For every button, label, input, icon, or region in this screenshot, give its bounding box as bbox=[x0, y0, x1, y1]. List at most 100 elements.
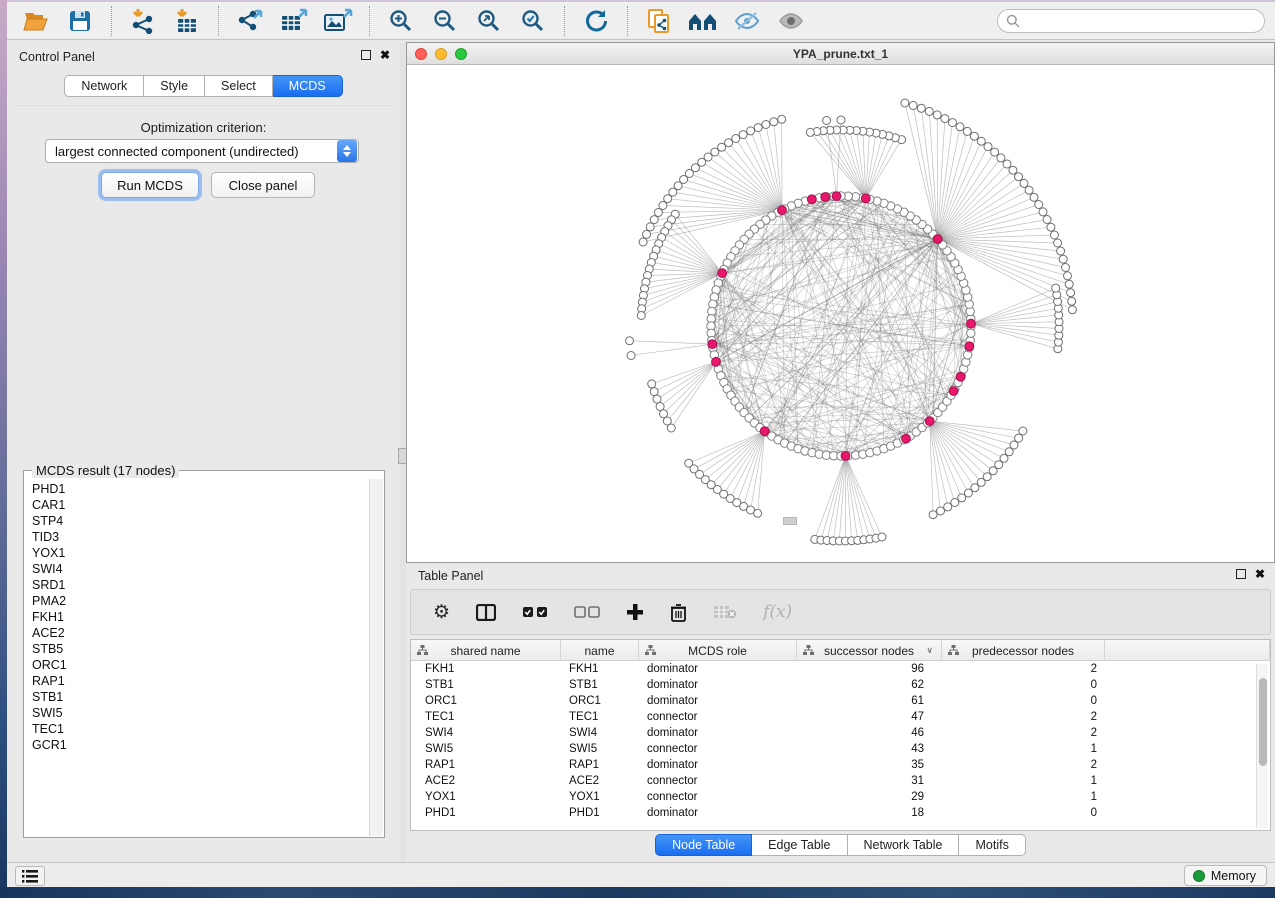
search-field[interactable] bbox=[997, 9, 1265, 33]
close-table-panel-icon[interactable]: ✖ bbox=[1255, 569, 1265, 579]
toolbar-separator bbox=[627, 6, 628, 36]
toolbar-separator bbox=[218, 6, 219, 36]
result-node[interactable]: PMA2 bbox=[26, 593, 368, 609]
table-row[interactable]: SWI4SWI4dominator462 bbox=[411, 725, 1270, 741]
toolbar-separator bbox=[369, 6, 370, 36]
hide-selected-eye-icon[interactable] bbox=[728, 5, 766, 37]
result-scrollbar[interactable] bbox=[369, 479, 383, 836]
result-node[interactable]: RAP1 bbox=[26, 673, 368, 689]
select-all-icon[interactable] bbox=[522, 606, 548, 618]
settings-gear-icon[interactable]: ⚙ bbox=[433, 603, 450, 622]
copy-network-style-icon[interactable] bbox=[640, 5, 678, 37]
import-table-icon[interactable] bbox=[168, 5, 206, 37]
main-toolbar bbox=[7, 0, 1275, 40]
table-body: FKH1FKH1dominator962STB1STB1dominator620… bbox=[411, 661, 1270, 821]
control-panel: Control Panel ✖ NetworkStyleSelectMCDS O… bbox=[7, 43, 400, 862]
result-node[interactable]: SWI5 bbox=[26, 705, 368, 721]
show-all-eye-icon[interactable] bbox=[772, 5, 810, 37]
control-panel-header: Control Panel ✖ bbox=[7, 43, 400, 71]
table-scrollbar[interactable] bbox=[1256, 664, 1268, 828]
function-builder-icon[interactable]: f(x) bbox=[763, 602, 792, 622]
zoom-out-icon[interactable] bbox=[426, 5, 464, 37]
result-node[interactable]: STB1 bbox=[26, 689, 368, 705]
export-image-icon[interactable] bbox=[319, 5, 357, 37]
result-node[interactable]: SWI4 bbox=[26, 561, 368, 577]
tab-edge-table[interactable]: Edge Table bbox=[752, 834, 847, 856]
network-titlebar[interactable]: YPA_prune.txt_1 bbox=[407, 43, 1274, 65]
table-row[interactable]: FKH1FKH1dominator962 bbox=[411, 661, 1270, 677]
export-table-icon[interactable] bbox=[275, 5, 313, 37]
float-panel-icon[interactable] bbox=[361, 50, 371, 60]
float-table-panel-icon[interactable] bbox=[1236, 569, 1246, 579]
table-row[interactable]: YOX1YOX1connector291 bbox=[411, 789, 1270, 805]
table-row[interactable]: TEC1TEC1connector472 bbox=[411, 709, 1270, 725]
search-input[interactable] bbox=[1025, 11, 1264, 31]
network-canvas[interactable] bbox=[407, 66, 1274, 562]
tab-style[interactable]: Style bbox=[144, 75, 205, 97]
tab-mcds[interactable]: MCDS bbox=[273, 75, 343, 97]
import-network-icon[interactable] bbox=[124, 5, 162, 37]
table-row[interactable]: RAP1RAP1dominator352 bbox=[411, 757, 1270, 773]
tab-motifs[interactable]: Motifs bbox=[959, 834, 1025, 856]
column-header-MCDS-role[interactable]: MCDS role bbox=[639, 640, 797, 661]
table-toolbar: ⚙ f(x) bbox=[410, 589, 1271, 635]
memory-button[interactable]: Memory bbox=[1184, 865, 1267, 886]
table-row[interactable]: SWI5SWI5connector431 bbox=[411, 741, 1270, 757]
optimization-criterion-label: Optimization criterion: bbox=[15, 120, 392, 135]
result-node[interactable]: PHD1 bbox=[26, 481, 368, 497]
table-row[interactable]: PHD1PHD1dominator180 bbox=[411, 805, 1270, 821]
export-network-icon[interactable] bbox=[231, 5, 269, 37]
table-panel: Table Panel ✖ ⚙ bbox=[406, 563, 1275, 862]
show-columns-icon[interactable] bbox=[476, 604, 496, 621]
memory-status-icon bbox=[1193, 870, 1205, 882]
column-header-shared-name[interactable]: shared name bbox=[411, 640, 561, 661]
first-neighbors-icon[interactable] bbox=[684, 5, 722, 37]
close-panel-button[interactable]: Close panel bbox=[211, 172, 315, 198]
table-row[interactable]: ACE2ACE2connector311 bbox=[411, 773, 1270, 789]
result-node[interactable]: STP4 bbox=[26, 513, 368, 529]
toolbar-separator bbox=[111, 6, 112, 36]
horizontal-splitter-handle[interactable] bbox=[783, 517, 797, 525]
tab-network[interactable]: Network bbox=[64, 75, 144, 97]
close-panel-icon[interactable]: ✖ bbox=[380, 50, 390, 60]
result-node[interactable]: CAR1 bbox=[26, 497, 368, 513]
save-session-icon[interactable] bbox=[61, 5, 99, 37]
column-header-successor-nodes[interactable]: successor nodes∨ bbox=[797, 640, 942, 661]
open-session-icon[interactable] bbox=[17, 5, 55, 37]
zoom-selected-icon[interactable] bbox=[514, 5, 552, 37]
result-node[interactable]: STB5 bbox=[26, 641, 368, 657]
result-node[interactable]: GCR1 bbox=[26, 737, 368, 753]
task-history-button[interactable] bbox=[15, 866, 45, 886]
table-tabs: Node TableEdge TableNetwork TableMotifs bbox=[406, 834, 1275, 856]
table-panel-title: Table Panel bbox=[418, 569, 483, 583]
criterion-value: largest connected component (undirected) bbox=[46, 144, 337, 159]
cytoscape-window: Control Panel ✖ NetworkStyleSelectMCDS O… bbox=[7, 0, 1275, 888]
result-node[interactable]: FKH1 bbox=[26, 609, 368, 625]
tab-network-table[interactable]: Network Table bbox=[848, 834, 960, 856]
control-panel-title: Control Panel bbox=[7, 50, 95, 64]
memory-label: Memory bbox=[1211, 869, 1256, 883]
column-header-name[interactable]: name bbox=[561, 640, 639, 661]
criterion-dropdown[interactable]: largest connected component (undirected) bbox=[45, 139, 359, 163]
delete-table-icon[interactable] bbox=[713, 605, 737, 619]
mcds-result-title: MCDS result (17 nodes) bbox=[32, 463, 179, 478]
result-node[interactable]: ORC1 bbox=[26, 657, 368, 673]
zoom-fit-icon[interactable] bbox=[470, 5, 508, 37]
tab-select[interactable]: Select bbox=[205, 75, 273, 97]
table-scrollbar-thumb[interactable] bbox=[1259, 678, 1267, 766]
result-node[interactable]: YOX1 bbox=[26, 545, 368, 561]
add-row-icon[interactable] bbox=[626, 603, 644, 621]
deselect-all-icon[interactable] bbox=[574, 606, 600, 618]
result-node[interactable]: SRD1 bbox=[26, 577, 368, 593]
zoom-in-icon[interactable] bbox=[382, 5, 420, 37]
result-node[interactable]: ACE2 bbox=[26, 625, 368, 641]
run-mcds-button[interactable]: Run MCDS bbox=[101, 172, 199, 198]
column-header-predecessor-nodes[interactable]: predecessor nodes bbox=[942, 640, 1105, 661]
delete-row-trash-icon[interactable] bbox=[670, 603, 687, 622]
table-row[interactable]: STB1STB1dominator620 bbox=[411, 677, 1270, 693]
result-node[interactable]: TEC1 bbox=[26, 721, 368, 737]
tab-node-table[interactable]: Node Table bbox=[655, 834, 752, 856]
result-node[interactable]: TID3 bbox=[26, 529, 368, 545]
refresh-icon[interactable] bbox=[577, 5, 615, 37]
table-row[interactable]: ORC1ORC1dominator610 bbox=[411, 693, 1270, 709]
